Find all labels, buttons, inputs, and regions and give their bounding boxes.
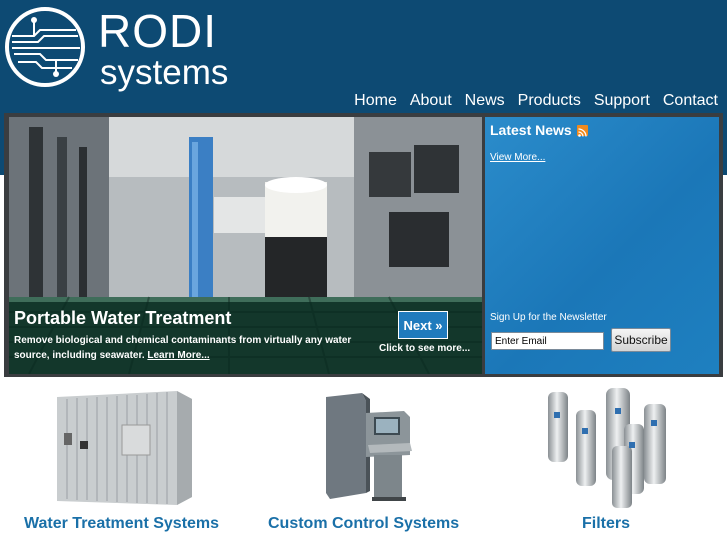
subscribe-button[interactable]: Subscribe [611, 328, 671, 352]
learn-more-link[interactable]: Learn More... [147, 350, 209, 361]
nav-products[interactable]: Products [518, 91, 581, 111]
hero-slideshow[interactable]: Portable Water Treatment Remove biologic… [9, 117, 482, 374]
product-water-treatment-systems[interactable]: Water Treatment Systems [24, 515, 219, 533]
brand-name: RODI [98, 5, 217, 57]
latest-news-title: Latest News [490, 122, 572, 138]
next-slide-button[interactable]: Next » [398, 311, 448, 339]
hero-title: Portable Water Treatment [14, 308, 232, 328]
product-filters[interactable]: Filters [582, 515, 630, 533]
latest-news-heading: Latest News [490, 122, 588, 138]
hero-description: Remove biological and chemical contamina… [14, 333, 384, 363]
main-nav: Home About News Products Support Contact [341, 91, 718, 111]
view-more-news-link[interactable]: View More... [490, 152, 545, 163]
brand-wordmark[interactable]: RODI systems [98, 6, 228, 90]
nav-news[interactable]: News [465, 91, 505, 111]
nav-home[interactable]: Home [354, 91, 397, 111]
nav-contact[interactable]: Contact [663, 91, 718, 111]
filter-housings-image[interactable] [540, 384, 672, 512]
newsletter-label: Sign Up for the Newsletter [490, 312, 607, 323]
nav-support[interactable]: Support [594, 91, 650, 111]
rss-feed-icon[interactable] [576, 124, 588, 137]
hero-caption: Portable Water Treatment Remove biologic… [9, 302, 482, 374]
email-field[interactable] [491, 332, 604, 350]
product-custom-control-systems[interactable]: Custom Control Systems [268, 515, 459, 533]
nav-about[interactable]: About [410, 91, 452, 111]
shipping-container-image[interactable] [52, 385, 197, 510]
next-slide-hint: Click to see more... [379, 343, 471, 354]
rodi-logo-icon[interactable] [4, 6, 86, 88]
brand-tagline: systems [100, 53, 229, 92]
latest-news-panel: Latest News View More... Sign Up for the… [485, 117, 719, 374]
control-cabinet-image[interactable] [322, 393, 414, 505]
